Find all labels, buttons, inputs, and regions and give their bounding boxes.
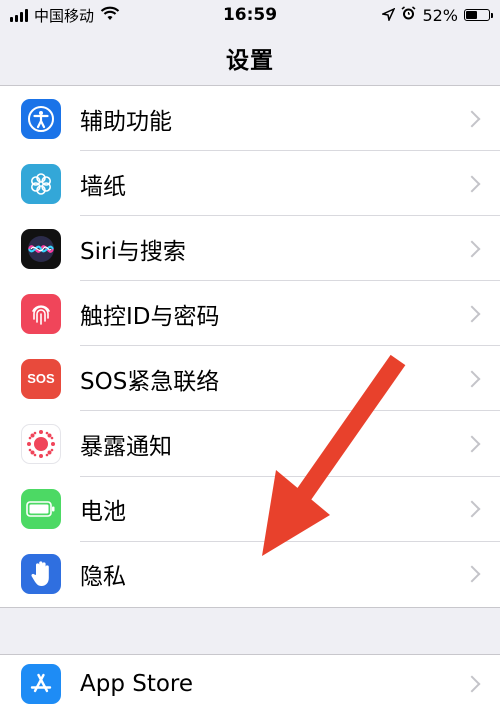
- chevron-right-icon: [463, 110, 481, 128]
- settings-row-label: 墙纸: [80, 173, 126, 200]
- settings-row-exposure-notifications[interactable]: 暴露通知: [0, 411, 500, 477]
- battery-status-icon: [464, 9, 493, 21]
- location-arrow-icon: [381, 6, 396, 25]
- siri-icon: [21, 228, 61, 269]
- settings-row-battery[interactable]: 电池: [0, 477, 500, 542]
- wallpaper-flower-icon: [21, 163, 61, 204]
- app-store-icon: [21, 663, 61, 704]
- settings-row-wallpaper[interactable]: 墙纸: [0, 151, 500, 217]
- settings-row-label: 暴露通知: [80, 434, 172, 461]
- signal-icon: [10, 8, 28, 22]
- settings-group-store: App Store: [0, 654, 500, 712]
- settings-group: 辅助功能 墙纸 Siri与搜索 触控ID与密码 SOS SOS紧急联络 暴露通知…: [0, 86, 500, 608]
- battery-icon: [21, 489, 61, 530]
- settings-row-emergency-sos[interactable]: SOS SOS紧急联络: [0, 346, 500, 412]
- status-bar: 中国移动 16:59 52%: [0, 0, 500, 30]
- chevron-right-icon: [463, 500, 481, 518]
- chevron-right-icon: [463, 565, 481, 583]
- settings-row-touch-id[interactable]: 触控ID与密码: [0, 281, 500, 347]
- settings-row-siri[interactable]: Siri与搜索: [0, 216, 500, 282]
- sos-icon: SOS: [21, 358, 61, 399]
- settings-row-label: 电池: [80, 499, 126, 526]
- page-title: 设置: [226, 47, 274, 74]
- settings-row-label: 触控ID与密码: [80, 303, 220, 330]
- accessibility-icon: [21, 98, 61, 139]
- settings-row-label: App Store: [80, 670, 194, 697]
- settings-row-privacy[interactable]: 隐私: [0, 542, 500, 607]
- settings-row-accessibility[interactable]: 辅助功能: [0, 86, 500, 152]
- wifi-icon: [100, 6, 120, 25]
- hand-icon: [21, 554, 61, 595]
- settings-row-app-store[interactable]: App Store: [0, 655, 500, 712]
- fingerprint-icon: [21, 293, 61, 334]
- chevron-right-icon: [463, 435, 481, 453]
- chevron-right-icon: [463, 240, 481, 258]
- nav-bar: 设置: [0, 30, 500, 85]
- chevron-right-icon: [463, 175, 481, 193]
- battery-percent: 52%: [422, 5, 458, 25]
- carrier-label: 中国移动: [34, 6, 95, 25]
- settings-row-label: 辅助功能: [80, 108, 172, 135]
- settings-row-label: 隐私: [80, 564, 126, 591]
- chevron-right-icon: [463, 370, 481, 388]
- settings-row-label: SOS紧急联络: [80, 368, 220, 395]
- chevron-right-icon: [463, 305, 481, 323]
- settings-row-label: Siri与搜索: [80, 238, 186, 265]
- sos-icon-text: SOS: [27, 371, 55, 387]
- alarm-icon: [401, 5, 416, 25]
- exposure-notification-icon: [21, 424, 61, 465]
- chevron-right-icon: [463, 675, 481, 692]
